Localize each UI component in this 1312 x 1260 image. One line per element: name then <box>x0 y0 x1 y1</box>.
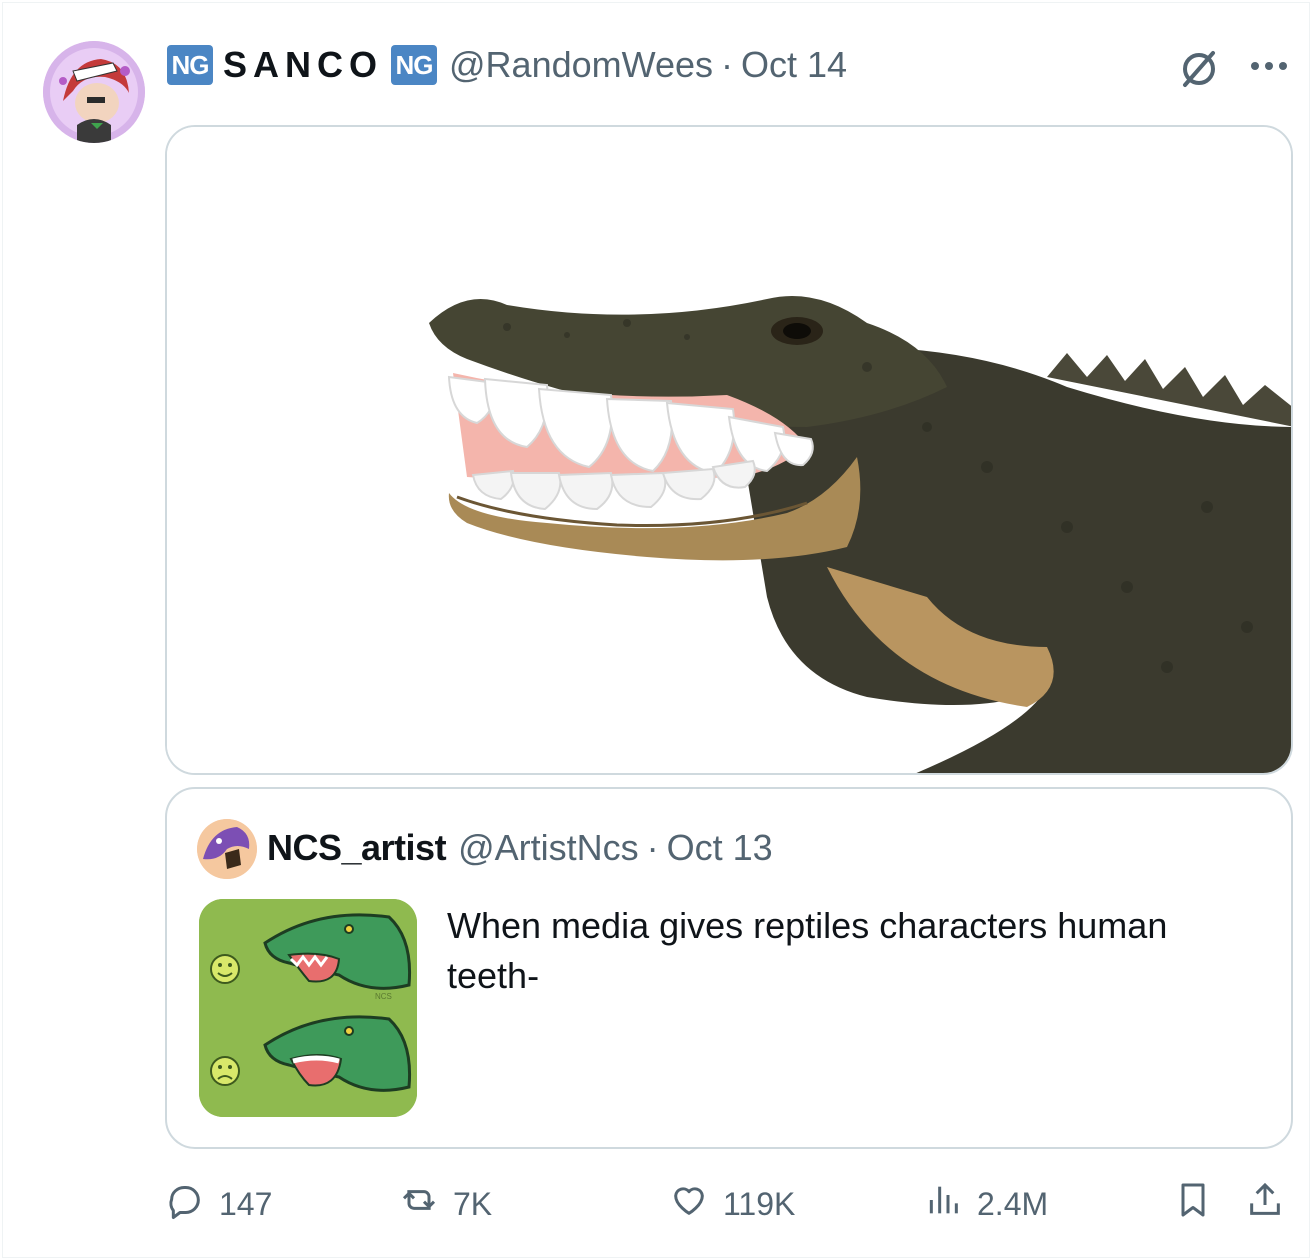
tweet-header: NG SANCO NG @RandomWees · Oct 14 <box>167 43 847 87</box>
quoted-tweet-header: NCS_artist @ArtistNcs · Oct 13 <box>267 827 773 869</box>
share-icon <box>1245 1180 1299 1228</box>
quoted-tweet-card[interactable]: NCS_artist @ArtistNcs · Oct 13 NCS When … <box>165 787 1293 1149</box>
quoted-header-separator: · <box>646 827 659 868</box>
action-bar: 147 7K 119K 2.4M <box>165 1179 1293 1229</box>
like-count: 119K <box>723 1185 796 1222</box>
reply-button[interactable]: 147 <box>165 1179 272 1229</box>
media-image[interactable] <box>165 125 1293 775</box>
author-avatar[interactable] <box>43 41 145 143</box>
bookmark-button[interactable] <box>1173 1179 1227 1229</box>
retweet-button[interactable]: 7K <box>399 1179 492 1229</box>
author-display-name[interactable]: SANCO <box>223 44 383 86</box>
quoted-author-avatar[interactable] <box>197 819 257 879</box>
ng-badge-right: NG <box>391 45 438 85</box>
more-icon[interactable] <box>1249 59 1289 71</box>
like-button[interactable]: 119K <box>669 1179 795 1229</box>
retweet-count: 7K <box>453 1185 493 1222</box>
views-button[interactable]: 2.4M <box>923 1179 1048 1229</box>
grok-icon[interactable] <box>1177 47 1221 91</box>
quoted-author-name[interactable]: NCS_artist <box>267 827 447 869</box>
reply-icon <box>165 1180 219 1228</box>
like-icon <box>669 1180 723 1228</box>
views-icon <box>923 1180 977 1228</box>
header-separator: · <box>721 44 734 85</box>
retweet-icon <box>399 1180 453 1228</box>
quoted-tweet-date[interactable]: Oct 13 <box>667 827 773 869</box>
quoted-tweet-thumbnail[interactable]: NCS <box>199 899 417 1117</box>
quoted-tweet-text: When media gives reptiles characters hum… <box>447 905 1168 996</box>
thumbnail-signature: NCS <box>375 992 392 1001</box>
tweet-container: NG SANCO NG @RandomWees · Oct 14 NCS_art… <box>2 2 1310 1258</box>
tweet-date[interactable]: Oct 14 <box>741 44 847 86</box>
author-handle[interactable]: @RandomWees <box>449 44 713 86</box>
quoted-author-handle[interactable]: @ArtistNcs <box>458 827 639 869</box>
ng-badge-left: NG <box>167 45 213 85</box>
share-button[interactable] <box>1245 1179 1299 1229</box>
reply-count: 147 <box>219 1185 273 1222</box>
bookmark-icon <box>1173 1180 1227 1228</box>
views-count: 2.4M <box>977 1185 1049 1222</box>
